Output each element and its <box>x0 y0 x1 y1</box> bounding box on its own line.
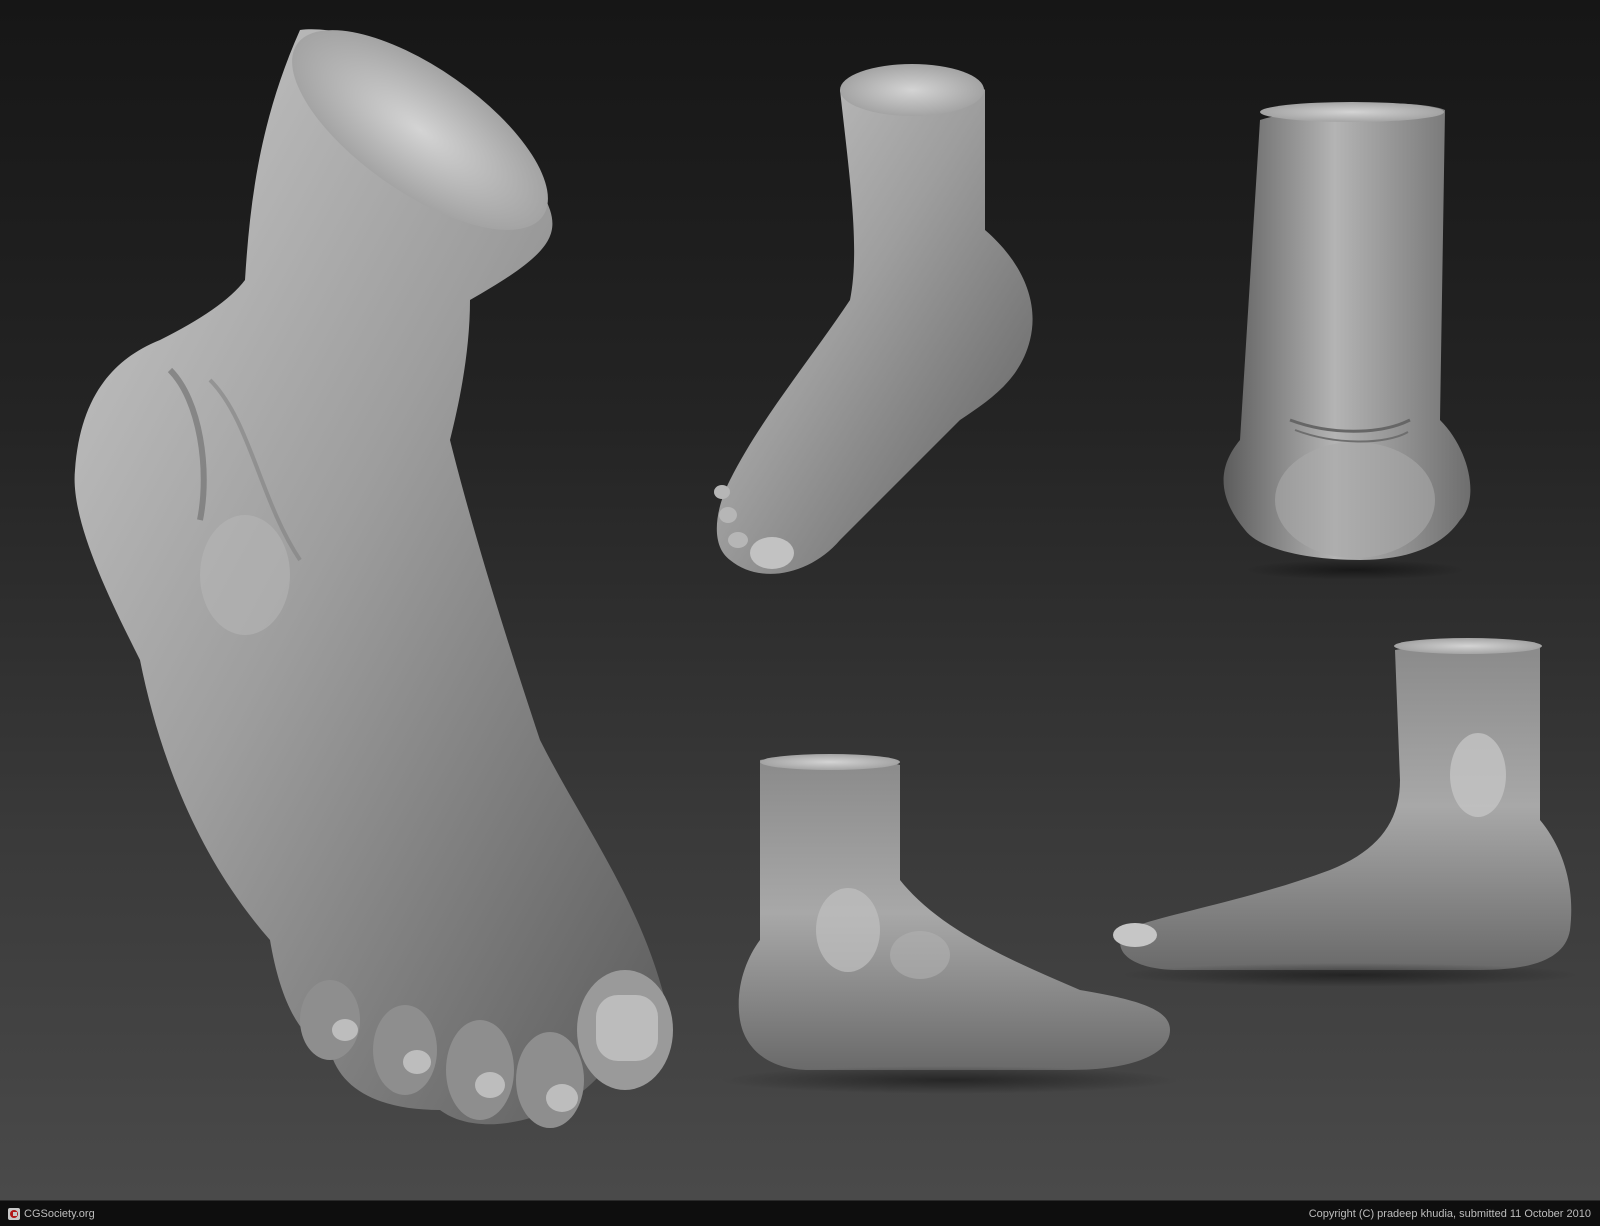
foot-view-top <box>714 64 1033 574</box>
foot-view-back <box>1223 102 1471 560</box>
cgsociety-link[interactable]: CGSociety.org <box>8 1207 95 1221</box>
page-footer: CGSociety.org Copyright (C) pradeep khud… <box>0 1200 1600 1226</box>
ankle-cap <box>840 64 984 116</box>
foot-view-closeup <box>74 29 673 1128</box>
brand-label: CGSociety.org <box>24 1208 95 1220</box>
sculpt-render-canvas <box>0 0 1600 1200</box>
ankle-cap <box>1260 102 1444 122</box>
foot-view-side-outer <box>738 754 1170 1070</box>
ankle-cap <box>760 754 900 770</box>
copyright-notice: Copyright (C) pradeep khudia, submitted … <box>1308 1208 1591 1220</box>
ankle-cap <box>1394 638 1542 654</box>
cgsociety-logo-icon <box>8 1208 20 1220</box>
foot-view-side-inner <box>1113 638 1572 970</box>
